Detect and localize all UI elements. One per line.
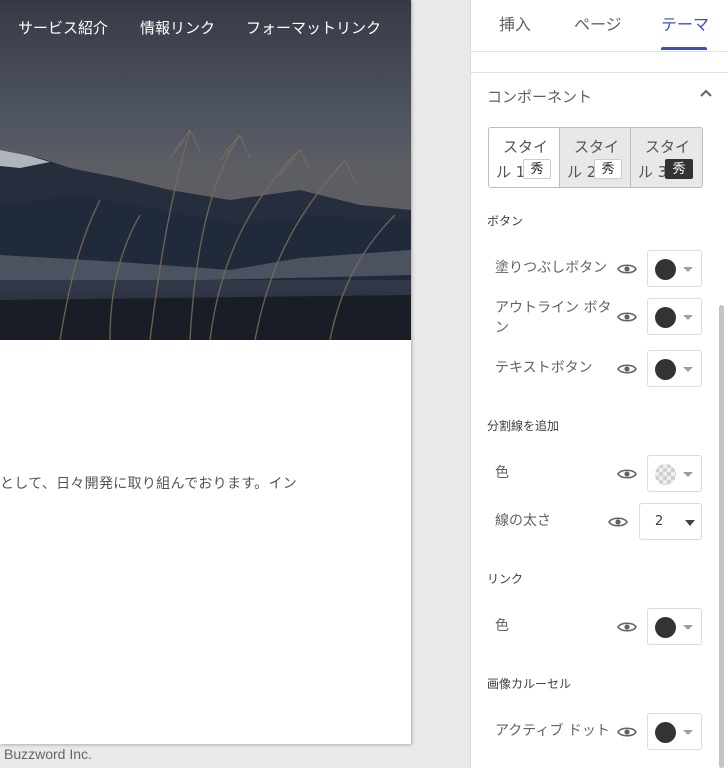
row-label-active-dot: アクティブ ドット: [495, 723, 610, 739]
style-option-label: ル 3: [638, 163, 668, 181]
group-label-link: リンク: [487, 572, 524, 586]
color-swatch: [655, 307, 676, 328]
color-swatch: [655, 617, 676, 638]
color-swatch: [655, 359, 676, 380]
outline-button-color-picker[interactable]: [647, 298, 702, 335]
chevron-up-icon[interactable]: [699, 88, 713, 98]
section-title-components[interactable]: コンポーネント: [487, 86, 592, 107]
group-label-divider: 分割線を追加: [487, 419, 560, 433]
style-sample-badge: 秀: [523, 159, 551, 179]
active-dot-color-picker[interactable]: [647, 713, 702, 750]
row-label-filled-button: 塗りつぶしボタン: [495, 260, 608, 276]
style-option-1[interactable]: スタイ ル 1 秀: [489, 128, 560, 187]
panel-scrollbar[interactable]: [719, 305, 724, 768]
style-option-2[interactable]: スタイ ル 2 秀: [560, 128, 631, 187]
component-style-selector: スタイ ル 1 秀 スタイ ル 2 秀 スタイ ル 3 秀: [488, 127, 703, 188]
tab-theme[interactable]: テーマ: [661, 11, 709, 35]
row-label-text-button: テキストボタン: [495, 360, 593, 376]
dropdown-caret-icon: [683, 625, 693, 630]
divider-color-picker[interactable]: [647, 455, 702, 492]
dropdown-caret-icon: [685, 520, 695, 526]
group-label-buttons: ボタン: [487, 214, 524, 228]
group-label-carousel: 画像カルーセル: [487, 677, 572, 691]
visibility-eye-icon[interactable]: [617, 620, 637, 634]
thickness-value: 2: [655, 514, 664, 529]
filled-button-color-picker[interactable]: [647, 250, 702, 287]
style-option-label: スタイ: [645, 138, 691, 156]
style-option-3[interactable]: スタイ ル 3 秀: [631, 128, 702, 187]
style-sample-badge: 秀: [665, 159, 693, 179]
panel-tabbar: 挿入 ページ テーマ: [471, 0, 728, 52]
tab-pages[interactable]: ページ: [574, 11, 622, 35]
style-option-label: ル 1: [496, 163, 526, 181]
style-sample-badge: 秀: [594, 159, 622, 179]
row-label-link-color: 色: [495, 618, 509, 634]
text-button-color-picker[interactable]: [647, 350, 702, 387]
dropdown-caret-icon: [683, 267, 693, 272]
transparent-color-swatch: [655, 464, 676, 485]
site-navigation: サービス紹介 情報リンク フォーマットリンク: [0, 0, 411, 54]
dropdown-caret-icon: [683, 730, 693, 735]
theme-panel: 挿入 ページ テーマ コンポーネント スタイ ル 1 秀 スタイ ル 2 秀 ス…: [470, 0, 728, 768]
nav-link-info[interactable]: 情報リンク: [140, 17, 215, 38]
dropdown-caret-icon: [683, 472, 693, 477]
visibility-eye-icon[interactable]: [617, 467, 637, 481]
active-tab-indicator: [661, 47, 707, 50]
link-color-picker[interactable]: [647, 608, 702, 645]
site-preview: サービス紹介 情報リンク フォーマットリンク として、日々開発に取り組んでおりま…: [0, 0, 411, 744]
tab-insert[interactable]: 挿入: [499, 11, 531, 35]
body-paragraph: として、日々開発に取り組んでおります。イン: [0, 476, 298, 492]
row-label-divider-thickness: 線の太さ: [495, 513, 551, 529]
visibility-eye-icon[interactable]: [617, 725, 637, 739]
footer-company-name: Buzzword Inc.: [4, 746, 92, 762]
row-label-divider-color: 色: [495, 465, 509, 481]
style-option-label: スタイ: [503, 138, 549, 156]
visibility-eye-icon[interactable]: [617, 362, 637, 376]
row-label-outline-button: アウトライン ボタン: [495, 300, 612, 336]
divider: [471, 72, 728, 73]
nav-link-format[interactable]: フォーマットリンク: [246, 17, 381, 38]
visibility-eye-icon[interactable]: [608, 515, 628, 529]
style-option-label: ル 2: [567, 163, 597, 181]
color-swatch: [655, 722, 676, 743]
hero-image: サービス紹介 情報リンク フォーマットリンク: [0, 0, 411, 340]
color-swatch: [655, 259, 676, 280]
style-option-label: スタイ: [574, 138, 620, 156]
divider-thickness-select[interactable]: 2: [639, 503, 702, 540]
dropdown-caret-icon: [683, 315, 693, 320]
visibility-eye-icon[interactable]: [617, 262, 637, 276]
dropdown-caret-icon: [683, 367, 693, 372]
visibility-eye-icon[interactable]: [617, 310, 637, 324]
nav-link-services[interactable]: サービス紹介: [18, 17, 108, 38]
